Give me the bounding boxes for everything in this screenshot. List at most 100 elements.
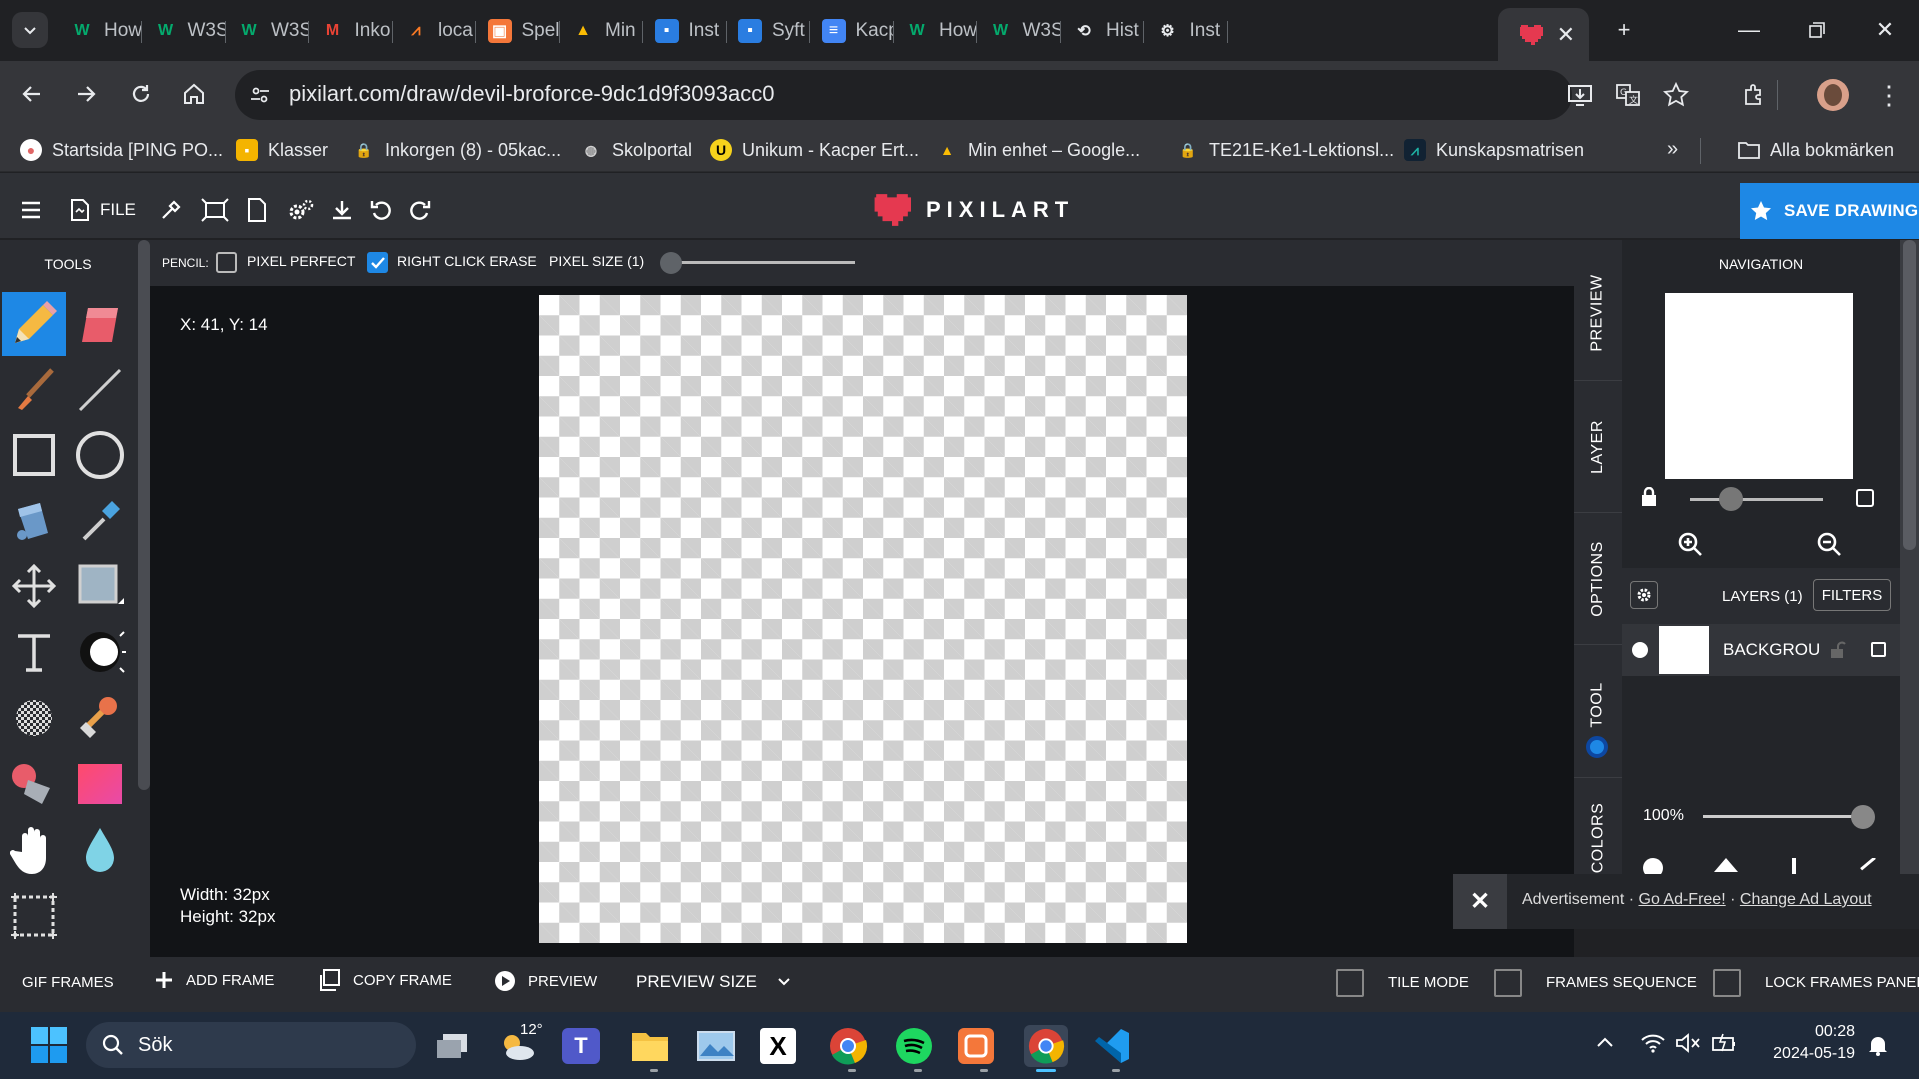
photos-app[interactable] [694,1025,738,1067]
home-button[interactable] [178,78,210,110]
back-button[interactable] [16,78,48,110]
frames-sequence-checkbox[interactable] [1494,969,1522,997]
layer-visibility-toggle[interactable] [1632,642,1648,658]
new-page-icon[interactable] [244,197,270,223]
notifications-bell-icon[interactable] [1867,1034,1889,1056]
bookmark-item[interactable]: ⩘ Kunskapsmatrisen [1404,136,1584,164]
pixel-perfect-checkbox[interactable] [216,252,237,273]
system-clock[interactable]: 00:28 2024-05-19 [1755,1021,1855,1065]
task-view-button[interactable] [430,1025,474,1067]
dither-tool[interactable] [2,686,66,750]
undo-icon[interactable] [368,197,394,223]
add-frame-button[interactable]: ADD FRAME [154,970,274,990]
browser-tab[interactable]: ≡ Kacp [810,12,894,50]
spotify-app[interactable] [892,1025,936,1067]
bookmark-item[interactable]: ◍ Skolportal [580,136,692,164]
scratch-app[interactable] [958,1028,994,1064]
url-text[interactable]: pixilart.com/draw/devil-broforce-9dc1d9f… [289,81,774,107]
bookmark-item[interactable]: U Unikum - Kacper Ert... [710,136,919,164]
select-rectangle-tool[interactable] [68,554,132,618]
browser-tab[interactable]: ▪ Inst [643,12,727,50]
bookmark-item[interactable]: 🔒 Inkorgen (8) - 05kac... [353,136,561,164]
browser-tab[interactable]: ⚙ Inst [1144,12,1228,50]
file-explorer-app[interactable] [628,1025,672,1067]
copy-frame-button[interactable]: COPY FRAME [317,968,452,992]
blur-tool[interactable] [68,818,132,882]
pixel-size-slider-knob[interactable] [660,252,682,274]
forward-button[interactable] [70,78,102,110]
taskbar-search[interactable]: Sök [86,1022,416,1068]
browser-tab[interactable]: W How [58,12,142,50]
battery-icon[interactable] [1711,1032,1737,1054]
lock-icon[interactable] [1640,487,1658,507]
merge-layer-icon[interactable] [1782,858,1806,874]
change-ad-layout-link[interactable]: Change Ad Layout [1740,891,1872,908]
redo-icon[interactable] [407,197,433,223]
gradient-tool[interactable] [68,752,132,816]
right-click-erase-checkbox[interactable] [367,252,388,273]
profile-avatar[interactable] [1817,79,1849,111]
text-tool[interactable] [2,620,66,684]
stamp-tool[interactable] [68,686,132,750]
resize-canvas-icon[interactable] [200,197,230,223]
filters-button[interactable]: FILTERS [1813,579,1891,611]
opacity-slider-knob[interactable] [1851,805,1875,829]
hand-tool[interactable] [2,818,66,882]
ellipse-tool[interactable] [68,423,132,487]
zoom-in-icon[interactable] [1677,531,1703,557]
all-bookmarks-button[interactable]: Alla bokmärken [1738,136,1894,164]
bookmark-item[interactable]: ● Startsida [PING PO... [20,136,223,164]
browser-tab[interactable]: ⩘ loca [392,12,476,50]
select-area-tool[interactable] [2,884,66,948]
bookmarks-overflow-icon[interactable]: » [1667,138,1678,161]
pencil-tool[interactable] [2,292,66,356]
close-window-button[interactable]: ✕ [1865,14,1905,46]
show-hidden-icons-button[interactable] [1596,1036,1614,1048]
nav-zoom-slider-knob[interactable] [1719,487,1743,511]
tile-mode-checkbox[interactable] [1336,969,1364,997]
save-drawing-button[interactable]: SAVE DRAWING [1740,183,1919,239]
edit-layer-icon[interactable] [1853,858,1877,874]
side-tab-colors[interactable]: COLORS [1574,800,1622,875]
x-app[interactable]: X [760,1028,796,1064]
brush-tool[interactable] [2,358,66,422]
preview-button[interactable]: PREVIEW [494,970,597,992]
chrome-menu-icon[interactable]: ⋮ [1876,82,1902,108]
volume-muted-icon[interactable] [1675,1032,1701,1054]
browser-tab[interactable]: M Inko [309,12,393,50]
translate-icon[interactable]: G文 [1615,82,1641,108]
pixilart-logo[interactable]: PIXILART [870,191,1074,229]
restore-button[interactable] [1797,14,1837,46]
shade-tool[interactable] [2,752,66,816]
download-icon[interactable] [329,197,355,223]
settings-icon[interactable] [286,197,316,223]
hamburger-menu-icon[interactable] [18,197,44,223]
nav-zoom-slider-track[interactable] [1690,498,1823,501]
layer-settings-button[interactable] [1630,581,1658,609]
browser-tab[interactable]: ▲ Min [559,12,643,50]
chrome-app-active[interactable] [1024,1025,1068,1067]
close-tab-icon[interactable]: ✕ [1557,22,1575,48]
browser-tab[interactable]: W W3S [142,12,226,50]
side-tab-preview[interactable]: PREVIEW [1574,248,1622,378]
opacity-slider-track[interactable] [1703,815,1865,818]
tab-search-button[interactable] [12,12,48,48]
bookmark-item[interactable]: 🔒 TE21E-Ke1-Lektionsl... [1177,136,1394,164]
bucket-tool[interactable] [2,489,66,553]
file-menu-button[interactable]: FILE [70,197,150,223]
site-info-icon[interactable] [248,83,272,107]
bookmark-item[interactable]: ▲ Min enhet – Google... [936,136,1140,164]
go-ad-free-link[interactable]: Go Ad-Free! [1639,891,1726,908]
weather-widget[interactable]: 12° [496,1021,543,1067]
install-app-icon[interactable] [1567,82,1593,108]
layer-name[interactable]: BACKGROUI [1723,640,1819,660]
reload-button[interactable] [125,78,157,110]
teams-app[interactable]: T [562,1028,600,1064]
unlock-icon[interactable] [1830,641,1846,659]
wifi-icon[interactable] [1640,1032,1666,1054]
move-tool[interactable] [2,554,66,618]
new-tab-button[interactable]: + [1604,14,1644,46]
nav-fullscreen-icon[interactable] [1856,489,1874,507]
close-ad-button[interactable]: ✕ [1453,874,1507,929]
browser-tab[interactable]: W W3S [977,12,1061,50]
